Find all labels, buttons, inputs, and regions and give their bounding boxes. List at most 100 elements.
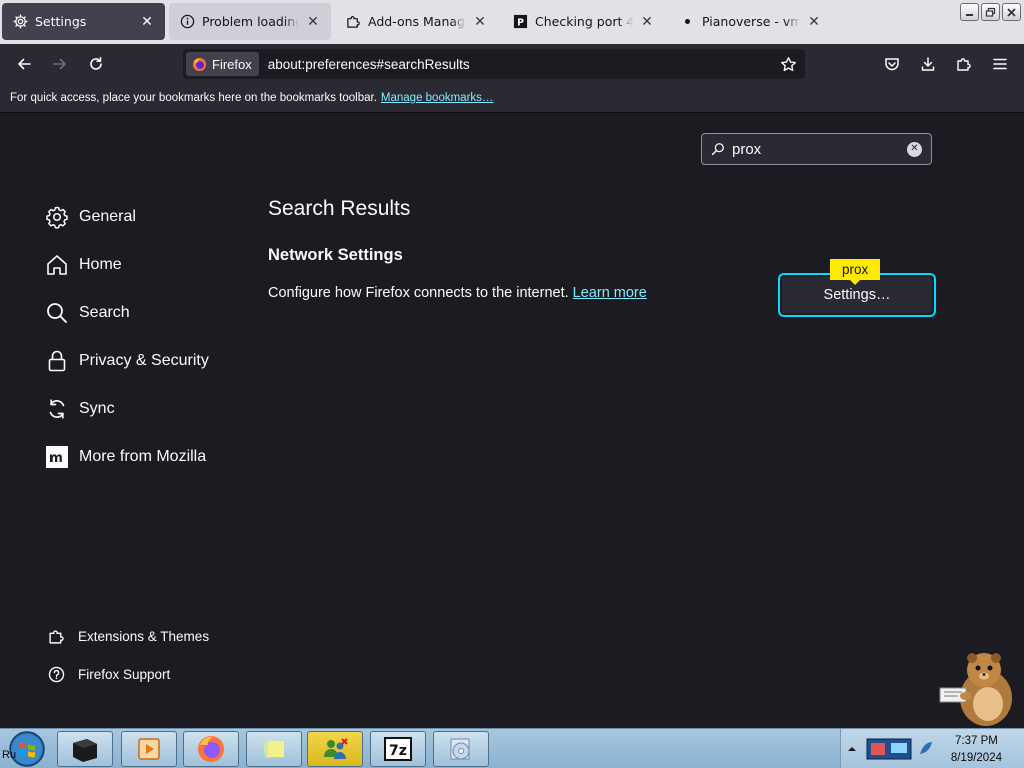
tab-title: Pianoverse - vm0b0t <box>702 14 800 29</box>
tab-settings[interactable]: Settings ✕ <box>2 3 165 40</box>
category-list: General Home Search Privacy & Security S… <box>45 193 209 481</box>
category-label: More from Mozilla <box>79 448 207 465</box>
learn-more-link[interactable]: Learn more <box>573 285 647 301</box>
close-icon[interactable]: ✕ <box>806 14 822 30</box>
svg-text:7z: 7z <box>389 743 407 759</box>
close-icon[interactable]: ✕ <box>639 14 655 30</box>
preferences-search-input[interactable]: prox ✕ <box>701 133 932 165</box>
show-hidden-icons-icon[interactable] <box>847 744 857 754</box>
puzzle-icon <box>47 627 65 645</box>
sync-icon <box>45 397 69 421</box>
hamburger-menu-icon <box>993 58 1007 70</box>
tray-network-icon[interactable] <box>865 735 913 763</box>
tray-antivirus-icon[interactable] <box>917 740 935 758</box>
forward-button[interactable] <box>47 51 73 77</box>
back-arrow-icon <box>18 58 31 70</box>
firefox-logo-icon <box>192 57 207 71</box>
sticky-notes-icon <box>262 739 284 759</box>
footer-link-label: Extensions & Themes <box>78 628 210 644</box>
app-menu-button[interactable] <box>987 51 1013 77</box>
url-text[interactable]: about:preferences#searchResults <box>268 57 776 72</box>
category-home[interactable]: Home <box>45 241 209 289</box>
extensions-themes-link[interactable]: Extensions & Themes <box>47 617 209 655</box>
pocket-icon <box>885 58 899 71</box>
navigation-toolbar: Firefox about:preferences#searchResults <box>0 44 1024 84</box>
description-text: Configure how Firefox connects to the in… <box>268 285 569 301</box>
taskbar-app-people[interactable] <box>307 731 363 767</box>
identity-label: Firefox <box>212 56 252 72</box>
search-highlight-tooltip: prox <box>830 259 881 285</box>
pocket-button[interactable] <box>879 51 905 77</box>
taskbar-app-notes[interactable] <box>246 731 302 767</box>
category-sync[interactable]: Sync <box>45 385 209 433</box>
tab-problem-loading[interactable]: Problem loading page ✕ <box>169 3 331 40</box>
tab-pianoverse[interactable]: Pianoverse - vm0b0t ✕ <box>669 3 832 40</box>
windows-taskbar: Ru 7z 7:37 PM 8/19/2024 <box>0 728 1024 768</box>
downloads-button[interactable] <box>915 51 941 77</box>
tab-title: Problem loading page <box>202 14 299 29</box>
category-label: Home <box>79 256 122 273</box>
tab-addons-manager[interactable]: Add-ons Manager ✕ <box>335 3 498 40</box>
puzzle-icon <box>345 14 361 30</box>
sidebar-footer: Extensions & Themes Firefox Support <box>47 617 209 693</box>
bookmarks-message: For quick access, place your bookmarks h… <box>10 92 377 104</box>
taskbar-app-firefox[interactable] <box>183 731 239 767</box>
search-icon <box>45 301 69 325</box>
users-icon <box>324 738 348 759</box>
gear-icon <box>45 205 69 229</box>
svg-text:P: P <box>517 17 524 28</box>
reload-button[interactable] <box>83 51 109 77</box>
download-icon <box>921 57 935 71</box>
black-box-icon <box>73 739 97 762</box>
bookmarks-toolbar: For quick access, place your bookmarks h… <box>0 84 1024 113</box>
taskbar-clock[interactable]: 7:37 PM 8/19/2024 <box>951 733 1002 767</box>
firefox-support-link[interactable]: Firefox Support <box>47 655 209 693</box>
category-more-from-mozilla[interactable]: More from Mozilla <box>45 433 209 481</box>
taskbar-app-7zip[interactable]: 7z <box>370 731 426 767</box>
tab-title: Settings <box>35 14 87 29</box>
taskbar-app-disc[interactable] <box>433 731 489 767</box>
category-search[interactable]: Search <box>45 289 209 337</box>
category-privacy-security[interactable]: Privacy & Security <box>45 337 209 385</box>
close-window-button[interactable] <box>1002 3 1021 21</box>
close-icon[interactable]: ✕ <box>305 14 321 30</box>
restore-button[interactable] <box>981 3 1000 21</box>
star-icon <box>780 56 796 71</box>
mozilla-icon <box>45 445 69 469</box>
tab-checking-port[interactable]: P Checking port 445 on ✕ <box>502 3 665 40</box>
category-label: Search <box>79 304 130 321</box>
gear-icon <box>12 14 28 30</box>
forward-arrow-icon <box>53 58 66 70</box>
help-icon <box>47 665 65 683</box>
page-title: Search Results <box>268 197 411 220</box>
identity-box[interactable]: Firefox <box>186 52 259 76</box>
7zip-icon: 7z <box>384 737 412 761</box>
search-icon <box>710 141 726 157</box>
overlapping-label: Ru <box>2 749 17 761</box>
minimize-button[interactable] <box>960 3 979 21</box>
close-icon[interactable]: ✕ <box>472 14 488 30</box>
manage-bookmarks-link[interactable]: Manage bookmarks… <box>381 92 494 104</box>
media-player-icon <box>138 738 160 760</box>
category-label: Sync <box>79 400 115 417</box>
lock-icon <box>45 349 69 373</box>
url-bar[interactable]: Firefox about:preferences#searchResults <box>183 49 805 79</box>
puzzle-icon <box>957 58 971 71</box>
close-icon[interactable]: ✕ <box>139 14 155 30</box>
system-tray: 7:37 PM 8/19/2024 <box>840 729 1024 768</box>
category-general[interactable]: General <box>45 193 209 241</box>
taskbar-app-media-player[interactable] <box>121 731 177 767</box>
hamster-mascot-icon <box>939 653 1012 726</box>
firefox-logo-icon <box>198 736 224 762</box>
extensions-button[interactable] <box>951 51 977 77</box>
footer-link-label: Firefox Support <box>78 666 171 682</box>
preferences-page: prox ✕ General Home Search Privacy & Sec… <box>0 113 1024 728</box>
clear-search-icon[interactable]: ✕ <box>907 141 922 157</box>
p-favicon-icon: P <box>512 14 528 30</box>
dot-icon <box>679 14 695 30</box>
bookmark-star-button[interactable] <box>776 52 800 76</box>
search-input-value[interactable]: prox <box>732 141 907 158</box>
taskbar-app-terminal[interactable] <box>57 731 113 767</box>
category-label: Privacy & Security <box>79 352 209 369</box>
back-button[interactable] <box>11 51 37 77</box>
